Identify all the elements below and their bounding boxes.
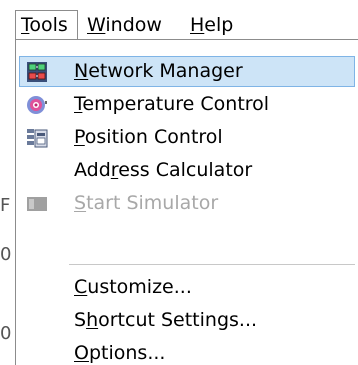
- menu-item-label: Position Control: [74, 126, 223, 148]
- menu-item-options[interactable]: Options...: [19, 338, 355, 365]
- menu-item-label: Start Simulator: [74, 192, 219, 214]
- background-text-fragment: F: [0, 196, 11, 216]
- menu-help-accesskey: H: [190, 14, 205, 36]
- menu-window-accesskey: W: [87, 14, 106, 36]
- menu-window[interactable]: Window: [85, 10, 162, 40]
- position-control-icon: [27, 129, 48, 148]
- menu-item-temperature-control[interactable]: Temperature Control: [19, 89, 355, 120]
- start-simulator-icon: [27, 197, 47, 211]
- background-text-fragment: 0: [0, 324, 12, 344]
- menu-item-network-manager[interactable]: Network Manager: [19, 56, 355, 87]
- menu-item-label: Temperature Control: [74, 93, 270, 115]
- menu-item-label: Shortcut Settings...: [74, 309, 258, 331]
- background-text-fragment: 0: [0, 245, 12, 265]
- menu-item-shortcut-settings[interactable]: Shortcut Settings...: [19, 305, 355, 336]
- menu-item-position-control[interactable]: Position Control: [19, 122, 355, 153]
- menu-tools[interactable]: Tools: [15, 10, 78, 40]
- menu-help[interactable]: Help: [188, 10, 233, 40]
- tools-dropdown-menu: Network Manager Temperature Control Posi…: [15, 39, 358, 365]
- menu-separator: [69, 264, 355, 265]
- menu-item-address-calculator[interactable]: Address Calculator: [19, 155, 355, 186]
- temperature-control-icon: [27, 96, 47, 114]
- menu-item-start-simulator[interactable]: Start Simulator: [19, 188, 355, 219]
- screen: F 0 0 Tools Window Help Network Manager: [0, 0, 358, 365]
- menu-item-label: Address Calculator: [74, 159, 253, 181]
- menu-item-customize[interactable]: Customize...: [19, 272, 355, 303]
- menu-item-label: Network Manager: [74, 60, 243, 82]
- menu-bar: Tools Window Help: [0, 0, 358, 44]
- menu-item-label: Customize...: [74, 276, 192, 298]
- network-manager-icon: [27, 62, 47, 82]
- menu-help-label: elp: [204, 14, 234, 36]
- menu-window-label: indow: [105, 14, 162, 36]
- menu-tools-label: ools: [29, 14, 68, 36]
- menu-item-label: Options...: [74, 342, 166, 364]
